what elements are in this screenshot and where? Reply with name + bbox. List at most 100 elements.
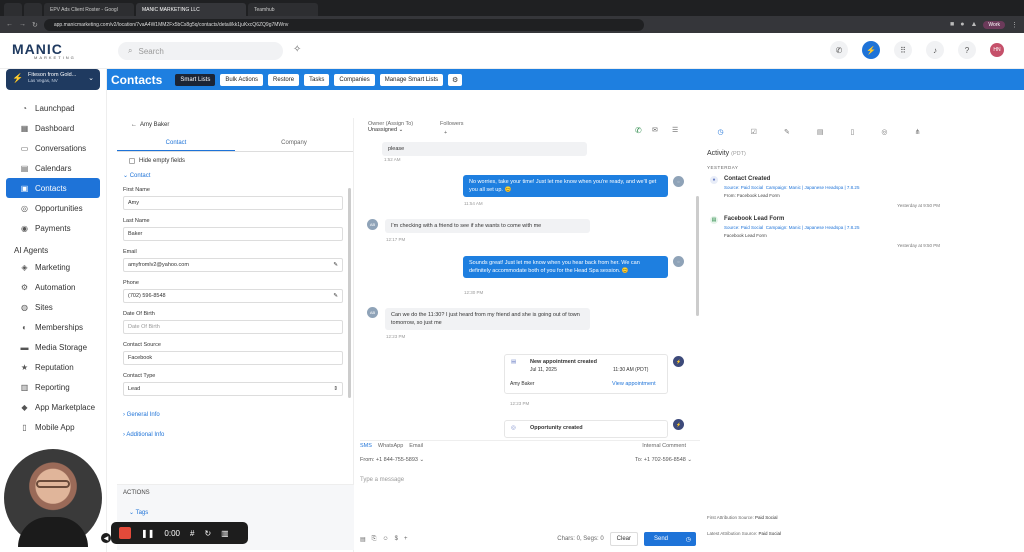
scrollbar[interactable] [348,188,351,398]
restart-icon[interactable]: ↻ [204,529,211,538]
manage-smart-lists-button[interactable]: Manage Smart Lists [379,73,444,86]
settings-gear-icon[interactable]: ⚙ [448,73,463,86]
sidebar-item-opportunities[interactable]: ◎ Opportunities [6,198,100,218]
sidebar-item-reputation[interactable]: ★ Reputation [6,357,100,377]
mail-icon[interactable]: ✉ [652,126,658,134]
browser-tab[interactable] [24,3,42,16]
contact-type-select[interactable]: Lead ⇕ [123,382,343,396]
contact-section-toggle[interactable]: ⌄ Contact [123,172,343,179]
smart-lists-button[interactable]: Smart Lists [175,73,216,86]
phone-field[interactable]: (702) 596-8548 ✎ [123,289,343,303]
url-field[interactable]: app.manicmarketing.com/v2/location/7vaA4… [43,18,644,31]
sidebar-item-contacts[interactable]: ▣ Contacts [6,178,100,198]
sidebar-item-calendars[interactable]: ▤ Calendars [6,158,100,178]
sidebar-item-reporting[interactable]: ▥ Reporting [6,377,100,397]
first-name-field[interactable]: Amy [123,196,343,210]
tab-whatsapp[interactable]: WhatsApp [378,443,403,449]
from-number-select[interactable]: From: +1 844-755-5893 ⌄ [360,457,424,463]
plus-icon[interactable]: + [404,536,408,542]
clear-button[interactable]: Clear [609,532,638,546]
account-switcher[interactable]: ⚡ Fiteson from Gold... Las Vegas, NV ⌄ [6,69,100,90]
stop-record-icon[interactable] [119,527,131,539]
bell-icon[interactable]: ♪ [926,41,944,59]
filter-icon[interactable]: ☰ [672,126,678,134]
sidebar-item-app-marketplace[interactable]: ◆ App Marketplace [6,397,100,417]
emoji-icon[interactable]: ☺ [382,536,388,542]
browser-tab[interactable]: MANIC MARKETING LLC [136,3,246,16]
browser-tab[interactable]: Teamhub [248,3,318,16]
tab-email[interactable]: Email [409,443,423,449]
view-appointment-link[interactable]: View appointment [612,381,656,387]
dob-field[interactable]: Date Of Birth [123,320,343,334]
reload-icon[interactable]: ↻ [32,21,38,29]
owner-select[interactable]: Unassigned ⌄ [368,127,692,133]
search-input[interactable]: ⌕ Search [118,42,283,60]
tags-toggle[interactable]: ⌄ Tags [117,501,354,524]
workflow-icon[interactable]: ⋔ [915,128,921,136]
edit-pencil-icon[interactable]: ✎ [333,262,338,268]
apps-icon[interactable]: ⠿ [894,41,912,59]
phone-icon[interactable]: ✆ [830,41,848,59]
brand-logo[interactable]: MANIC MARKETING [12,41,102,63]
trash-icon[interactable]: ▥ [221,529,229,538]
hide-empty-toggle[interactable]: Hide empty fields [123,158,343,164]
calendar-icon[interactable]: ▤ [817,128,824,136]
sidebar-item-launchpad[interactable]: ◔ Launchpad [6,98,100,118]
bulk-actions-button[interactable]: Bulk Actions [220,73,264,86]
ai-sparkle-icon[interactable]: ✧ [293,44,301,55]
clock-icon[interactable]: ◷ [718,128,724,136]
message-input[interactable]: Type a message [360,477,700,483]
sidebar-item-marketing[interactable]: ◈ Marketing [6,257,100,277]
last-name-field[interactable]: Baker [123,227,343,241]
menu-icon[interactable]: ⋮ [1011,21,1018,29]
general-info-toggle[interactable]: › General Info [123,412,343,418]
profile-badge[interactable]: Work [983,20,1005,29]
extension-icon[interactable]: ■ [950,21,954,29]
sidebar-item-mobile-app[interactable]: ▯ Mobile App [6,417,100,437]
scrollbar[interactable] [696,196,699,316]
user-avatar[interactable]: HN [990,43,1004,57]
pause-icon[interactable]: ❚❚ [141,529,154,538]
checkbox[interactable] [129,158,135,164]
internal-comment-tab[interactable]: Internal Comment [642,443,686,449]
checklist-icon[interactable]: ☑ [751,128,757,136]
add-follower-button[interactable]: + [444,130,447,136]
extension-icon[interactable]: ● [960,21,964,29]
restore-button[interactable]: Restore [268,73,300,86]
sidebar-item-sites[interactable]: ◍ Sites [6,297,100,317]
template-icon[interactable]: ▤ [360,536,366,543]
collapse-arrow-icon[interactable]: ◀ [101,533,111,543]
sidebar-item-memberships[interactable]: ◐ Memberships [6,317,100,337]
sidebar-item-media-storage[interactable]: ▬ Media Storage [6,337,100,357]
edit-pencil-icon[interactable]: ✎ [333,293,338,299]
send-button[interactable]: Send ◷ [644,532,696,546]
sidebar-item-conversations[interactable]: ▭ Conversations [6,138,100,158]
sidebar-item-automation[interactable]: ⚙ Automation [6,277,100,297]
tab-company[interactable]: Company [235,136,353,151]
email-field[interactable]: amyfromlv2@yahoo.com ✎ [123,258,343,272]
document-icon[interactable]: ▯ [851,128,855,136]
sidebar-item-payments[interactable]: ◉ Payments [6,218,100,238]
help-icon[interactable]: ? [958,41,976,59]
forward-icon[interactable]: → [19,21,26,28]
browser-tab[interactable]: EPV Ads Client Roster - Googl [44,3,134,16]
opportunity-icon[interactable]: ◎ [881,128,887,136]
note-icon[interactable]: ✎ [784,128,790,136]
tab-contact[interactable]: Contact [117,136,235,151]
extension-icon[interactable]: ▲ [970,21,977,29]
additional-info-toggle[interactable]: › Additional Info [123,432,343,438]
to-number-select[interactable]: To: +1 702-596-8548 ⌄ [635,457,692,463]
quick-action-icon[interactable]: ⚡ [862,41,880,59]
back-arrow-icon[interactable]: ← [131,122,137,128]
dollar-icon[interactable]: $ [395,536,398,542]
sidebar-item-dashboard[interactable]: ▦ Dashboard [6,118,100,138]
schedule-icon[interactable]: ◷ [686,536,691,543]
browser-tab[interactable] [4,3,22,16]
back-icon[interactable]: ← [6,21,13,28]
companies-button[interactable]: Companies [334,73,375,86]
grid-icon[interactable]: # [190,529,194,538]
contact-source-field[interactable]: Facebook [123,351,343,365]
tab-sms[interactable]: SMS [360,443,372,449]
tasks-button[interactable]: Tasks [304,73,330,86]
call-icon[interactable]: ✆ [635,126,642,135]
